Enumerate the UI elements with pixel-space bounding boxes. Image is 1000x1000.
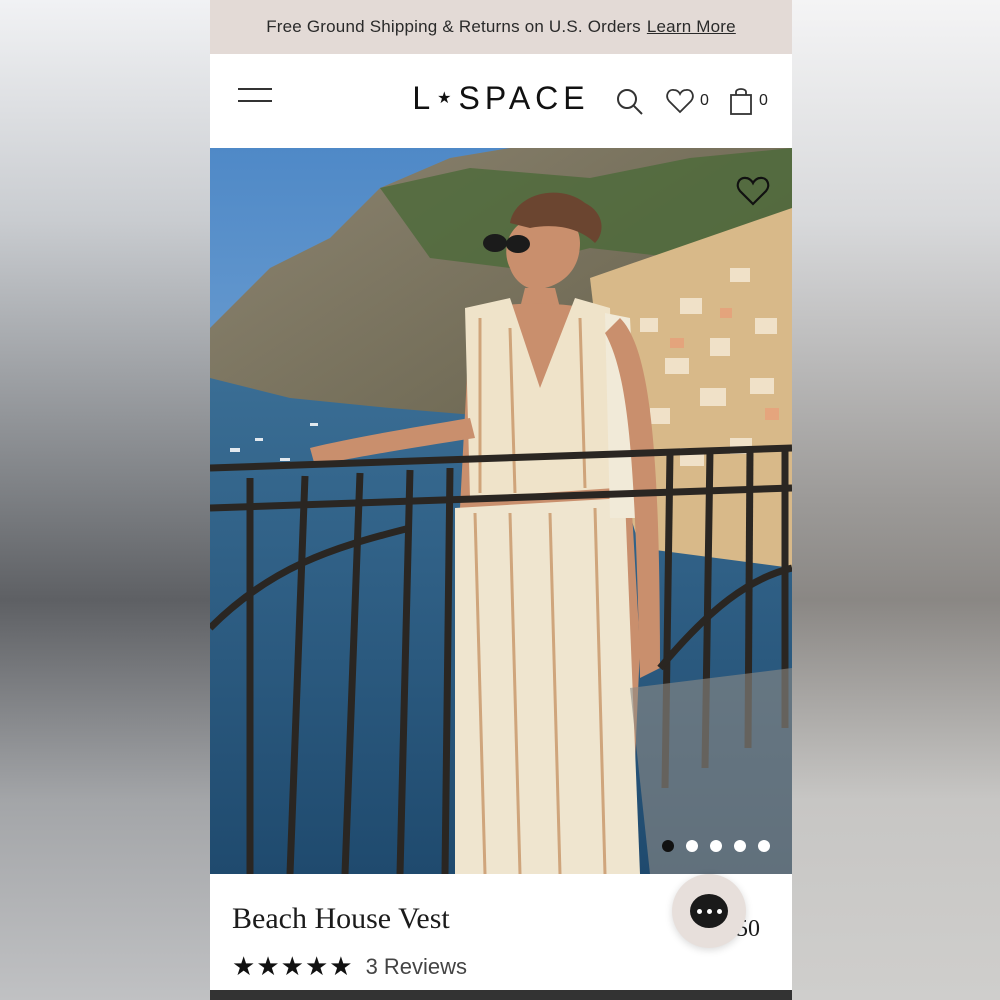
product-image-carousel[interactable] bbox=[210, 148, 792, 874]
product-photo bbox=[210, 148, 792, 874]
heart-icon bbox=[666, 89, 694, 114]
carousel-dot-5[interactable] bbox=[758, 840, 770, 852]
cart-button[interactable]: 0 bbox=[729, 86, 768, 116]
wishlist-button[interactable]: 0 bbox=[666, 88, 709, 114]
promo-banner: Free Ground Shipping & Returns on U.S. O… bbox=[210, 0, 792, 54]
chat-bubble-icon bbox=[690, 894, 728, 928]
star-icon: ★ bbox=[280, 952, 304, 982]
mobile-page: Free Ground Shipping & Returns on U.S. O… bbox=[210, 0, 792, 1000]
background-right bbox=[792, 0, 1000, 1000]
star-icon: ★ bbox=[256, 952, 280, 982]
star-icon: ★ bbox=[232, 952, 256, 982]
carousel-dot-2[interactable] bbox=[686, 840, 698, 852]
carousel-dots bbox=[662, 840, 770, 852]
learn-more-link[interactable]: Learn More bbox=[647, 17, 736, 37]
carousel-dot-3[interactable] bbox=[710, 840, 722, 852]
star-icon: ★ bbox=[304, 952, 329, 982]
site-header: L ★SPACE 0 0 bbox=[210, 54, 792, 148]
promo-text: Free Ground Shipping & Returns on U.S. O… bbox=[266, 17, 641, 36]
search-icon[interactable] bbox=[616, 88, 644, 116]
bottom-edge bbox=[210, 990, 792, 1000]
wishlist-count: 0 bbox=[700, 92, 709, 109]
cart-count: 0 bbox=[759, 92, 768, 109]
rating-row[interactable]: ★ ★ ★ ★ ★ 3 Reviews bbox=[232, 954, 467, 980]
background-left bbox=[0, 0, 210, 1000]
star-icon: ★ bbox=[329, 952, 353, 982]
carousel-dot-1[interactable] bbox=[662, 840, 674, 852]
chat-button[interactable] bbox=[672, 874, 746, 948]
reviews-link[interactable]: 3 Reviews bbox=[366, 954, 467, 980]
carousel-dot-4[interactable] bbox=[734, 840, 746, 852]
favorite-heart-icon[interactable] bbox=[736, 176, 770, 206]
bag-icon bbox=[730, 88, 752, 115]
product-info: Beach House Vest 50 ★ ★ ★ ★ ★ 3 Reviews bbox=[210, 874, 792, 1000]
product-title: Beach House Vest bbox=[232, 902, 450, 935]
